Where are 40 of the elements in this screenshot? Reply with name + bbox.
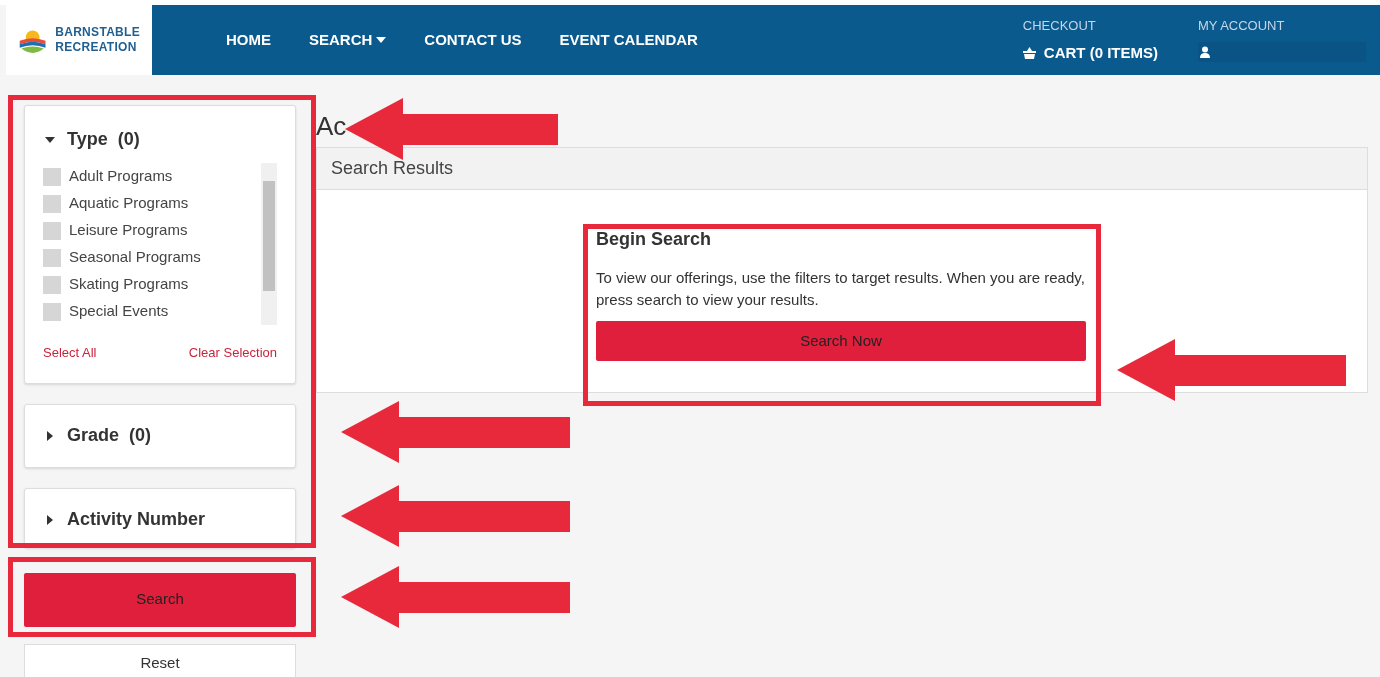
page-heading: Ac — [316, 110, 347, 143]
filter-option[interactable]: Skating Programs — [43, 271, 261, 298]
filter-toggle[interactable]: Type (0) — [25, 106, 160, 163]
caret-right-icon — [45, 514, 55, 525]
checkbox[interactable] — [43, 221, 61, 240]
nav-link[interactable]: CONTACT US — [424, 28, 522, 52]
clear-selection-link[interactable]: Clear Selection — [188, 343, 277, 363]
filter-toggle[interactable]: Grade (0) — [25, 404, 172, 467]
account-label: MY ACCOUNT — [1198, 17, 1286, 35]
basket-icon — [1022, 46, 1036, 59]
checkbox[interactable] — [43, 194, 61, 213]
filter-option[interactable]: Seasonal Programs — [43, 244, 261, 271]
nav-link[interactable]: EVENT CALENDAR — [559, 28, 698, 52]
scrollbar[interactable] — [261, 163, 277, 325]
caret-down-icon — [45, 134, 55, 145]
filter-option[interactable]: Special Events — [43, 298, 261, 325]
user-icon — [1200, 45, 1210, 58]
logo-text: RECREATION — [55, 40, 138, 55]
nav-link[interactable]: HOME — [226, 28, 271, 52]
reset-button[interactable]: Reset — [24, 643, 296, 677]
filter-option[interactable]: Aquatic Programs — [43, 190, 261, 217]
checkout-label: CHECKOUT — [1022, 17, 1097, 35]
filter-option[interactable]: Leisure Programs — [43, 217, 261, 244]
caret-right-icon — [45, 430, 55, 441]
logo-text: BARNSTABLE — [55, 25, 140, 40]
filter-option[interactable]: Adult Programs — [43, 163, 261, 190]
caret-down-icon — [376, 36, 387, 44]
card-title: Begin Search — [596, 228, 713, 251]
checkbox[interactable] — [43, 167, 61, 186]
nav-link[interactable]: SEARCH — [309, 28, 387, 52]
results-header: Search Results — [317, 148, 1367, 190]
account-link[interactable] — [1198, 41, 1366, 62]
checkbox[interactable] — [43, 275, 61, 294]
logo[interactable]: BARNSTABLE RECREATION — [6, 5, 152, 75]
checkbox[interactable] — [43, 248, 61, 267]
card-text: To view our offerings, use the filters to target results. When you are ready, press search to view your results. — [596, 268, 1086, 310]
filter-toggle[interactable]: Activity Number — [25, 488, 226, 551]
checkbox[interactable] — [43, 302, 61, 321]
cart-link[interactable]: CART (0 ITEMS) — [1022, 41, 1158, 64]
select-all-link[interactable]: Select All — [43, 343, 97, 363]
